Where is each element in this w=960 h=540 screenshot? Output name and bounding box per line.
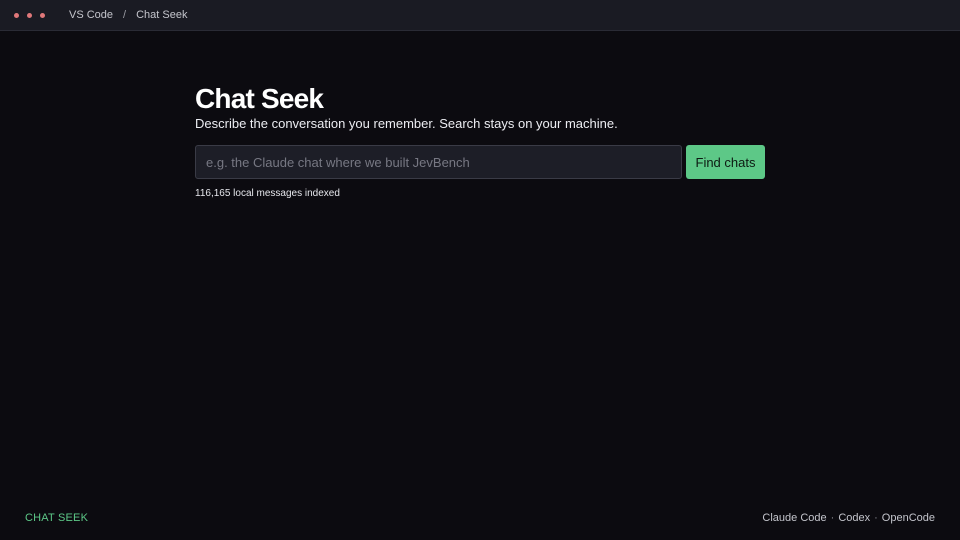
breadcrumb-separator: /: [123, 9, 127, 21]
agent-separator: ·: [874, 512, 878, 524]
title-bar: VS Code / Chat Seek: [0, 0, 960, 31]
breadcrumb-item-vs-code[interactable]: VS Code: [69, 9, 113, 21]
search-row: Find chats: [195, 145, 765, 179]
window-controls: [14, 12, 53, 18]
breadcrumb: VS Code / Chat Seek: [69, 9, 187, 21]
breadcrumb-item-chat-seek: Chat Seek: [136, 9, 188, 21]
index-status: 116,165 local messages indexed: [195, 188, 340, 199]
agent-claude-code: Claude Code: [762, 512, 827, 524]
page-title: Chat Seek: [195, 83, 324, 114]
agent-codex: Codex: [838, 512, 871, 524]
window-dot-icon[interactable]: [40, 12, 45, 18]
page-subtitle: Describe the conversation you remember. …: [195, 116, 618, 131]
window-dot-icon[interactable]: [14, 12, 19, 18]
main-content: Chat Seek Describe the conversation you …: [195, 84, 765, 199]
agent-opencode: OpenCode: [881, 512, 935, 524]
agent-separator: ·: [830, 512, 835, 524]
footer-brand: CHAT SEEK: [25, 512, 89, 524]
find-chats-button[interactable]: Find chats: [686, 145, 765, 179]
footer-agents: Claude Code · Codex · OpenCode: [762, 512, 935, 524]
window-dot-icon[interactable]: [27, 12, 32, 18]
search-input[interactable]: [195, 145, 682, 179]
